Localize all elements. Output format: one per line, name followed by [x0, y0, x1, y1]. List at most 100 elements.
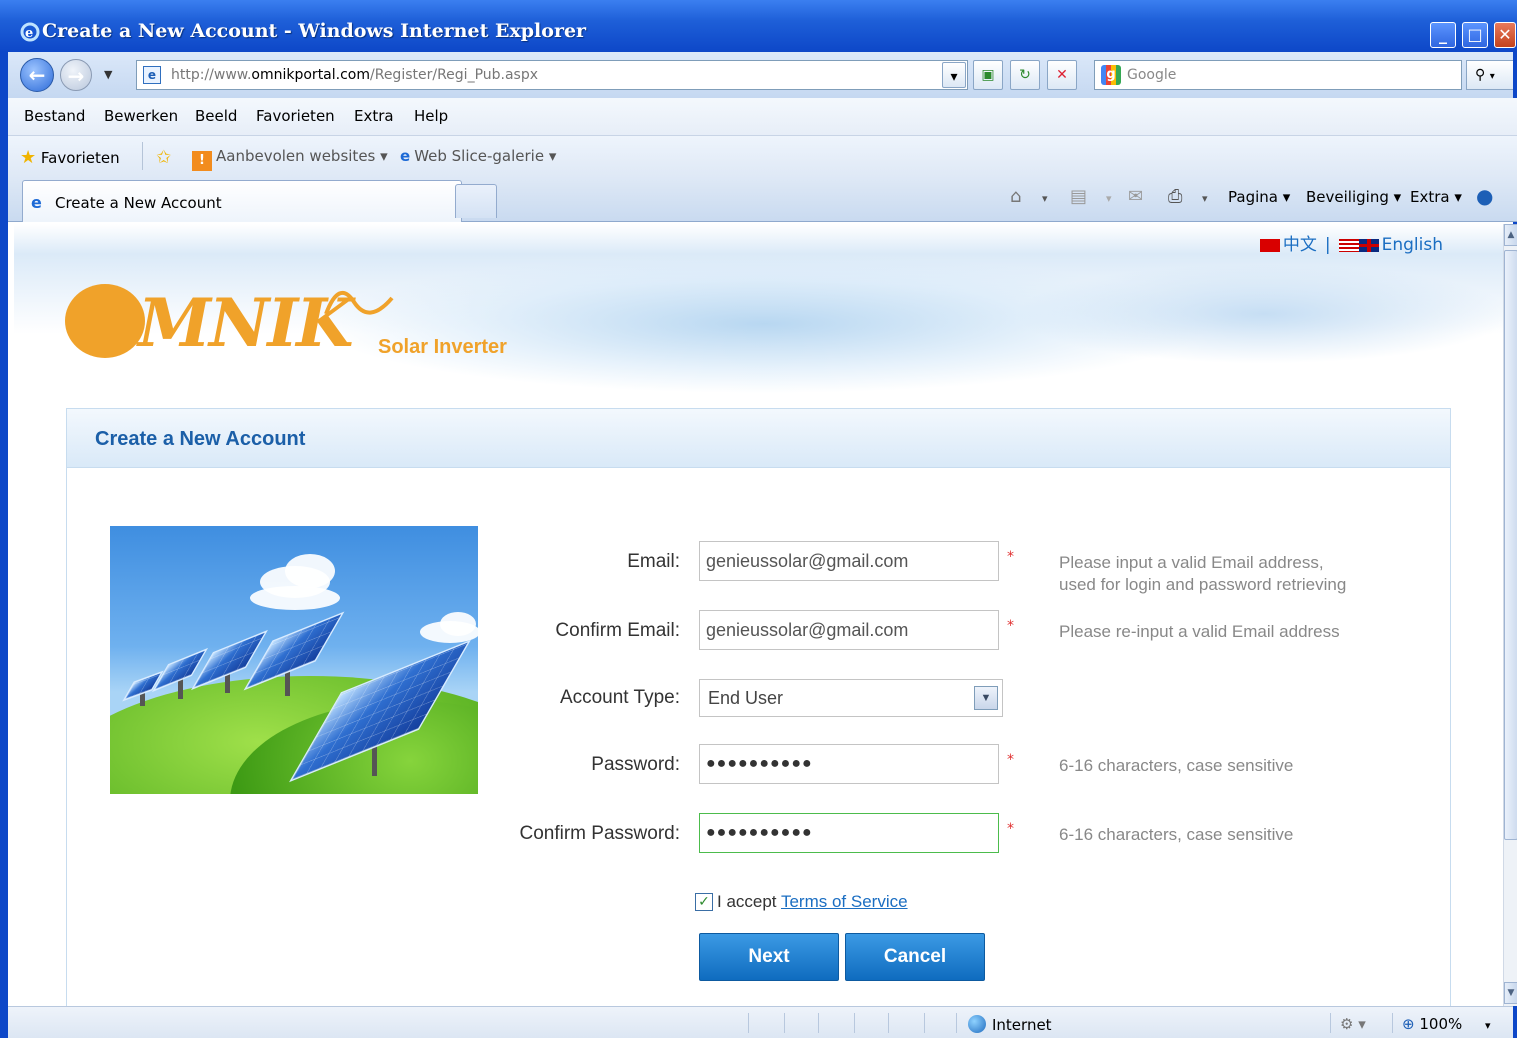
- page-viewport: 中文 | English MNIK Solar Inverter Create a …: [14, 224, 1503, 1006]
- page-menu[interactable]: Pagina ▾: [1228, 188, 1290, 206]
- address-dropdown-icon[interactable]: ▾: [942, 62, 966, 88]
- home-dropdown-icon[interactable]: ▾: [1042, 192, 1048, 205]
- forward-arrow-icon: →: [67, 64, 85, 88]
- refresh-icon[interactable]: ↻: [1010, 60, 1040, 90]
- cancel-button[interactable]: Cancel: [845, 933, 985, 981]
- password-field[interactable]: ●●●●●●●●●●: [699, 744, 999, 784]
- minimize-button[interactable]: _: [1430, 22, 1456, 48]
- feeds-dropdown-icon[interactable]: ▾: [1106, 192, 1112, 205]
- zoom-control[interactable]: ⊕ 100% ▾: [1402, 1015, 1491, 1033]
- menu-tools[interactable]: Extra: [354, 107, 394, 125]
- favorites-bar: ★ Favorieten ✩ ! Aanbevolen websites ▾ eW…: [8, 136, 1517, 176]
- suggested-sites-link[interactable]: ! Aanbevolen websites ▾: [192, 147, 388, 171]
- email-field[interactable]: genieussolar@gmail.com: [699, 541, 999, 581]
- google-icon: g: [1101, 65, 1121, 85]
- protected-mode-icon[interactable]: ⚙ ▾: [1340, 1015, 1366, 1033]
- scroll-thumb[interactable]: [1504, 250, 1517, 840]
- password-hint: 6-16 characters, case sensitive: [1059, 756, 1294, 775]
- lang-chinese-link[interactable]: 中文: [1283, 235, 1317, 255]
- email-required-mark: *: [1007, 549, 1014, 565]
- zoom-icon: ⊕: [1402, 1015, 1415, 1033]
- feeds-icon[interactable]: ▤: [1070, 186, 1087, 207]
- read-mail-icon[interactable]: ✉: [1128, 186, 1143, 207]
- email-label: Email:: [627, 551, 680, 572]
- panel-title: Create a New Account: [95, 428, 306, 450]
- omnik-logo-text: MNIK: [138, 284, 354, 362]
- window-title: Create a New Account - Windows Internet …: [42, 20, 587, 42]
- add-favorite-icon[interactable]: ✩: [156, 147, 171, 168]
- account-type-select[interactable]: End User ▼: [699, 679, 1003, 717]
- menu-file[interactable]: Bestand: [24, 107, 85, 125]
- compatibility-view-icon[interactable]: ▣: [973, 60, 1003, 90]
- confirm-email-required-mark: *: [1007, 618, 1014, 634]
- svg-text:e: e: [25, 26, 33, 41]
- search-icon: ⚲: [1475, 67, 1486, 83]
- security-menu[interactable]: Beveiliging ▾: [1306, 188, 1401, 206]
- address-input[interactable]: e http://www.omnikportal.com/Register/Reg…: [136, 60, 968, 90]
- chevron-down-icon[interactable]: ▼: [974, 686, 998, 710]
- uk-flag-icon: [1358, 238, 1379, 252]
- ie-page-icon: e: [400, 147, 411, 165]
- terms-text: I accept Terms of Service: [717, 892, 908, 911]
- new-tab-button[interactable]: [455, 184, 497, 218]
- menu-favorites[interactable]: Favorieten: [256, 107, 335, 125]
- omnik-logo-swoosh-icon: [324, 290, 394, 315]
- confirm-password-hint: 6-16 characters, case sensitive: [1059, 825, 1294, 844]
- tools-menu[interactable]: Extra ▾: [1410, 188, 1462, 206]
- language-switcher: 中文 | English: [1259, 230, 1443, 255]
- forward-button[interactable]: →: [60, 59, 92, 91]
- ie-tab-icon: e: [31, 193, 42, 212]
- security-zone: Internet: [968, 1015, 1052, 1034]
- confirm-password-label: Confirm Password:: [519, 823, 681, 844]
- ie-logo-icon: e: [20, 22, 40, 42]
- vertical-scrollbar[interactable]: ▲ ▼: [1503, 224, 1517, 1006]
- panel-header: Create a New Account: [67, 409, 1450, 468]
- stop-icon[interactable]: ✕: [1047, 60, 1077, 90]
- confirm-password-field[interactable]: ●●●●●●●●●●: [699, 813, 999, 853]
- lang-english-link[interactable]: English: [1382, 235, 1443, 255]
- tab-create-account[interactable]: e Create a New Account: [22, 180, 462, 222]
- favorites-star-icon: ★: [20, 147, 37, 168]
- menu-bar: Bestand Bewerken Beeld Favorieten Extra …: [8, 98, 1517, 136]
- solar-panels-image: [110, 526, 478, 794]
- password-label: Password:: [591, 754, 680, 775]
- next-button[interactable]: Next: [699, 933, 839, 981]
- china-flag-icon: [1259, 238, 1280, 252]
- confirm-email-field[interactable]: genieussolar@gmail.com: [699, 610, 999, 650]
- omnik-logo-circle: [65, 284, 145, 358]
- confirm-email-hint: Please re-input a valid Email address: [1059, 622, 1340, 641]
- menu-help[interactable]: Help: [414, 107, 448, 125]
- page-icon: e: [143, 66, 161, 84]
- menu-view[interactable]: Beeld: [195, 107, 237, 125]
- password-required-mark: *: [1007, 752, 1014, 768]
- home-icon[interactable]: ⌂: [1010, 186, 1021, 207]
- scroll-down-icon[interactable]: ▼: [1504, 982, 1517, 1004]
- close-window-button[interactable]: ✕: [1494, 22, 1516, 48]
- scroll-up-icon[interactable]: ▲: [1504, 224, 1517, 246]
- menu-edit[interactable]: Bewerken: [104, 107, 178, 125]
- search-input[interactable]: g Google: [1094, 60, 1462, 90]
- terms-checkbox[interactable]: ✓: [695, 893, 713, 911]
- internet-globe-icon: [968, 1015, 986, 1033]
- confirm-email-label: Confirm Email:: [555, 620, 680, 641]
- back-button[interactable]: ←: [20, 58, 54, 92]
- window-frame-left: [0, 98, 8, 1038]
- suggested-sites-icon: !: [192, 151, 212, 171]
- search-button[interactable]: ⚲ ▾: [1466, 60, 1514, 90]
- logo-subtitle: Solar Inverter: [378, 336, 507, 358]
- print-icon[interactable]: ⎙: [1168, 186, 1182, 207]
- favorites-button[interactable]: ★ Favorieten: [20, 147, 120, 168]
- recent-pages-dropdown-icon[interactable]: ▼: [104, 68, 112, 81]
- us-flag-icon: [1338, 238, 1359, 252]
- print-dropdown-icon[interactable]: ▾: [1202, 192, 1208, 205]
- maximize-button[interactable]: □: [1462, 22, 1488, 48]
- help-icon[interactable]: ●: [1476, 184, 1493, 208]
- web-slice-gallery-link[interactable]: e Web Slice-galerie ▾: [400, 147, 556, 165]
- status-bar: Internet ⚙ ▾ ⊕ 100% ▾: [8, 1006, 1513, 1038]
- email-hint: Please input a valid Email address, used …: [1059, 553, 1347, 594]
- confirm-password-required-mark: *: [1007, 821, 1014, 837]
- terms-of-service-link[interactable]: Terms of Service: [781, 892, 908, 911]
- account-type-label: Account Type:: [559, 687, 680, 708]
- page-header: 中文 | English MNIK Solar Inverter: [14, 224, 1503, 424]
- create-account-panel: Create a New Account Email: genieussolar…: [66, 408, 1451, 1006]
